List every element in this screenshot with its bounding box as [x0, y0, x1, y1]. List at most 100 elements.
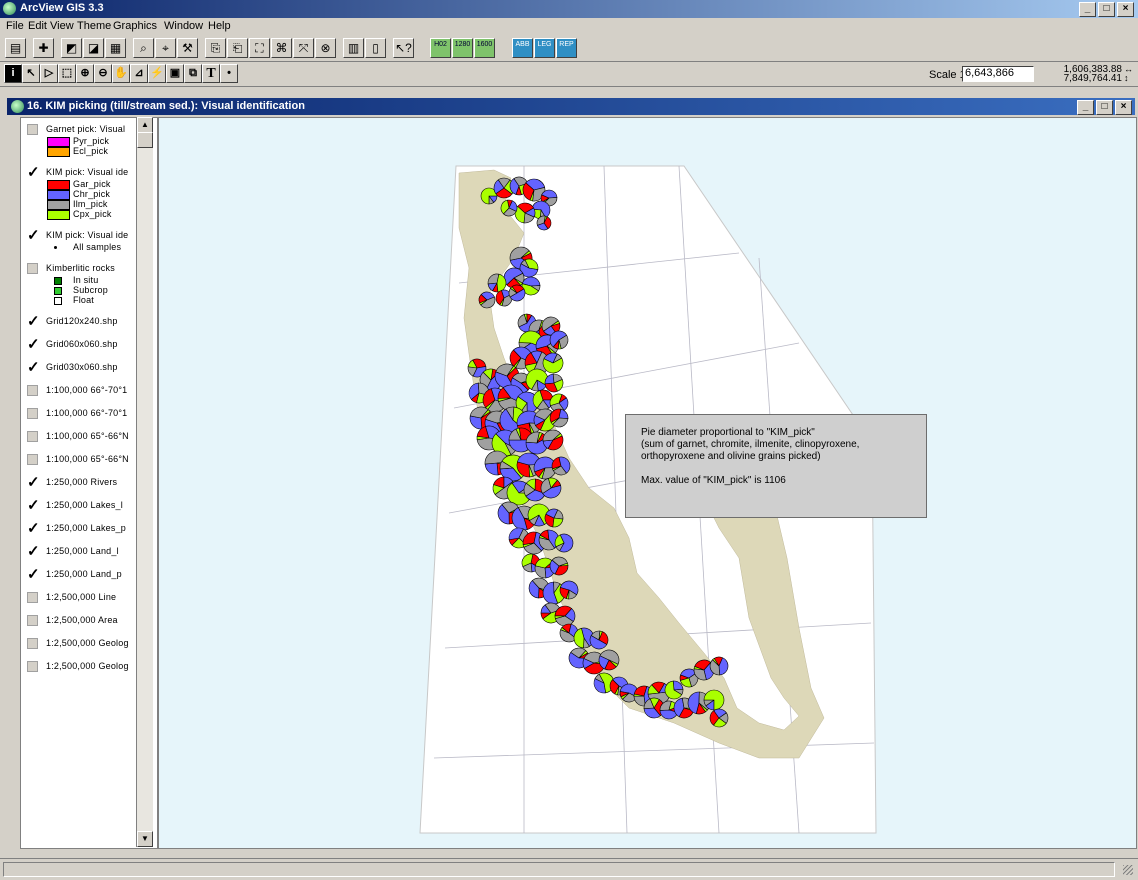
identify-tool-icon[interactable]: i: [4, 64, 22, 83]
legend-swatch: [54, 297, 62, 305]
scroll-thumb[interactable]: [137, 132, 153, 148]
layer-visible-checkmark-icon[interactable]: ✓: [27, 360, 40, 375]
minimize-icon[interactable]: _: [1079, 2, 1096, 17]
theme-properties-icon[interactable]: ◩: [61, 38, 82, 58]
layer-name: KIM pick: Visual ide: [46, 230, 129, 240]
save-icon[interactable]: ▤: [5, 38, 26, 58]
pie-symbol: [487, 273, 507, 293]
pie-symbol: [709, 656, 729, 676]
view-maximize-icon[interactable]: □: [1096, 100, 1113, 115]
scroll-up-icon[interactable]: ▲: [137, 117, 153, 133]
layer-visibility-checkbox[interactable]: [27, 431, 38, 442]
zoom-selected-icon[interactable]: ⤧: [293, 38, 314, 58]
select-feature-tool-icon[interactable]: ⬚: [58, 64, 76, 83]
custom-abb-button[interactable]: ABB: [512, 38, 533, 58]
pie-symbol: [542, 429, 564, 451]
zoom-full-icon[interactable]: ⛶: [249, 38, 270, 58]
query-builder-icon[interactable]: ⎘: [205, 38, 226, 58]
chart-icon[interactable]: ▯: [365, 38, 386, 58]
legend-label: Chr_pick: [73, 189, 111, 199]
pie-symbol: [544, 508, 564, 528]
help-icon[interactable]: ↖?: [393, 38, 414, 58]
pointer-tool-icon[interactable]: ↖: [22, 64, 40, 83]
vertex-edit-tool-icon[interactable]: ▷: [40, 64, 58, 83]
menu-edit[interactable]: Edit: [28, 20, 47, 32]
view-globe-icon: [11, 100, 24, 113]
layer-visible-checkmark-icon[interactable]: ✓: [27, 498, 40, 513]
custom-h02-button[interactable]: H02: [430, 38, 451, 58]
resize-grip-icon[interactable]: [1123, 865, 1133, 875]
pie-symbol: [503, 267, 525, 289]
pie-symbol: [514, 202, 536, 224]
draw-point-tool-icon[interactable]: •: [220, 64, 238, 83]
layer-name: Grid120x240.shp: [46, 316, 118, 326]
layer-name: KIM pick: Visual ide: [46, 167, 129, 177]
layer-visibility-checkbox[interactable]: [27, 454, 38, 465]
layer-visible-checkmark-icon[interactable]: ✓: [27, 544, 40, 559]
layer-name: 1:100,000 65°-66°N: [46, 454, 129, 464]
custom-leg-button[interactable]: LEG: [534, 38, 555, 58]
pie-symbol: [500, 199, 518, 217]
add-theme-icon[interactable]: ✚: [33, 38, 54, 58]
menu-help[interactable]: Help: [208, 20, 231, 32]
view-minimize-icon[interactable]: _: [1077, 100, 1094, 115]
pie-symbol: [532, 389, 554, 411]
open-table-icon[interactable]: ▦: [105, 38, 126, 58]
hot-link-tool-icon[interactable]: ⚡: [148, 64, 166, 83]
legend-label: Ilm_pick: [73, 199, 108, 209]
layer-visible-checkmark-icon[interactable]: ✓: [27, 314, 40, 329]
close-icon[interactable]: ×: [1117, 2, 1134, 17]
layer-visibility-checkbox[interactable]: [27, 661, 38, 672]
layer-visible-checkmark-icon[interactable]: ✓: [27, 567, 40, 582]
legend-swatch: [54, 277, 62, 285]
layer-visibility-checkbox[interactable]: [27, 263, 38, 274]
layer-visible-checkmark-icon[interactable]: ✓: [27, 337, 40, 352]
pie-symbol: [549, 556, 569, 576]
menu-theme[interactable]: Theme: [77, 20, 111, 32]
layer-visibility-checkbox[interactable]: [27, 385, 38, 396]
scale-input[interactable]: 6,643,866: [962, 66, 1034, 82]
layer-visibility-checkbox[interactable]: [27, 615, 38, 626]
layout-icon[interactable]: ▥: [343, 38, 364, 58]
zoom-previous-icon[interactable]: ⊗: [315, 38, 336, 58]
zoom-out-tool-icon[interactable]: ⊖: [94, 64, 112, 83]
pie-symbol: [554, 605, 576, 627]
map-view[interactable]: Pie diameter proportional to "KIM_pick" …: [158, 117, 1137, 849]
hot-link-icon[interactable]: ⚒: [177, 38, 198, 58]
legend-swatch: [47, 200, 70, 210]
layer-visible-checkmark-icon[interactable]: ✓: [27, 165, 40, 180]
edit-legend-icon[interactable]: ◪: [83, 38, 104, 58]
scroll-down-icon[interactable]: ▼: [137, 831, 153, 847]
measure-tool-icon[interactable]: ⊿: [130, 64, 148, 83]
layer-visibility-checkbox[interactable]: [27, 638, 38, 649]
locate-icon[interactable]: ⌖: [155, 38, 176, 58]
info-line: Max. value of "KIM_pick" is 1106: [641, 475, 786, 486]
text-tool-icon[interactable]: T: [202, 64, 220, 83]
custom-1280-button[interactable]: 1280: [452, 38, 473, 58]
view-close-icon[interactable]: ×: [1115, 100, 1132, 115]
find-icon[interactable]: ⌕: [133, 38, 154, 58]
maximize-icon[interactable]: □: [1098, 2, 1115, 17]
zoom-active-icon[interactable]: ⌘: [271, 38, 292, 58]
menu-graphics[interactable]: Graphics: [113, 20, 157, 32]
layer-visibility-checkbox[interactable]: [27, 124, 38, 135]
area-of-interest-tool-icon[interactable]: ▣: [166, 64, 184, 83]
label-tool-icon[interactable]: ⧉: [184, 64, 202, 83]
toc-scrollbar[interactable]: ▲ ▼: [136, 117, 153, 847]
custom-1600-button[interactable]: 1600: [474, 38, 495, 58]
zoom-in-tool-icon[interactable]: ⊕: [76, 64, 94, 83]
select-icon[interactable]: ⎗: [227, 38, 248, 58]
layer-visible-checkmark-icon[interactable]: ✓: [27, 475, 40, 490]
arcview-globe-icon: [3, 2, 16, 15]
layer-visible-checkmark-icon[interactable]: ✓: [27, 521, 40, 536]
menu-file[interactable]: File: [6, 20, 24, 32]
menu-view[interactable]: View: [50, 20, 74, 32]
layer-visible-checkmark-icon[interactable]: ✓: [27, 228, 40, 243]
custom-rep-button[interactable]: REP: [556, 38, 577, 58]
menu-window[interactable]: Window: [164, 20, 203, 32]
legend-swatch: [47, 210, 70, 220]
layer-visibility-checkbox[interactable]: [27, 408, 38, 419]
pie-symbol: [542, 352, 564, 374]
layer-visibility-checkbox[interactable]: [27, 592, 38, 603]
pan-tool-icon[interactable]: ✋: [112, 64, 130, 83]
